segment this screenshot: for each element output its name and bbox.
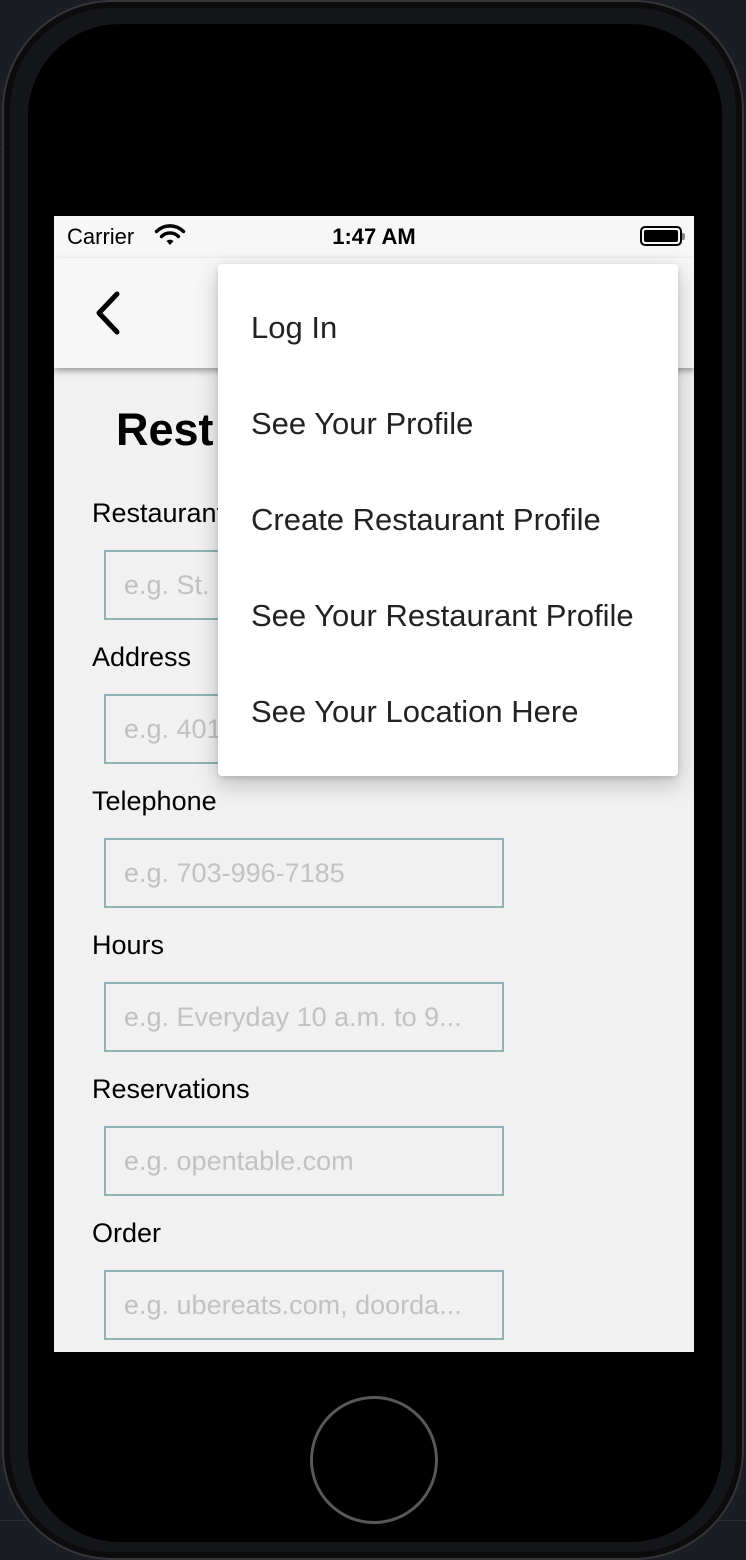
- order-input[interactable]: [104, 1270, 504, 1340]
- reservations-input[interactable]: [104, 1126, 504, 1196]
- hours-input[interactable]: [104, 982, 504, 1052]
- address-label: Address: [92, 642, 192, 672]
- hours-label: Hours: [92, 930, 165, 960]
- menu-item-create-restaurant-profile[interactable]: Create Restaurant Profile: [218, 472, 678, 568]
- menu-item-see-your-restaurant-profile[interactable]: See Your Restaurant Profile: [218, 568, 678, 664]
- home-button[interactable]: [310, 1396, 438, 1524]
- back-button[interactable]: [84, 286, 132, 340]
- order-label: Order: [92, 1218, 162, 1248]
- overflow-menu: Log In See Your Profile Create Restauran…: [218, 264, 678, 776]
- reservations-label: Reservations: [92, 1074, 250, 1104]
- telephone-label: Telephone: [92, 786, 217, 816]
- menu-item-see-your-profile[interactable]: See Your Profile: [218, 376, 678, 472]
- page-title: Rest: [116, 404, 214, 455]
- menu-item-log-in[interactable]: Log In: [218, 280, 678, 376]
- restaurant-name-label: Restaurant: [92, 498, 225, 528]
- battery-icon: [640, 226, 685, 246]
- chevron-left-icon: [96, 291, 120, 335]
- app-screen: Carrier 1:47 AM Rest Restaurant Address …: [54, 216, 694, 1352]
- status-bar: Carrier 1:47 AM: [54, 216, 694, 258]
- menu-item-see-your-location[interactable]: See Your Location Here: [218, 664, 678, 760]
- telephone-input[interactable]: [104, 838, 504, 908]
- status-time: 1:47 AM: [332, 224, 416, 249]
